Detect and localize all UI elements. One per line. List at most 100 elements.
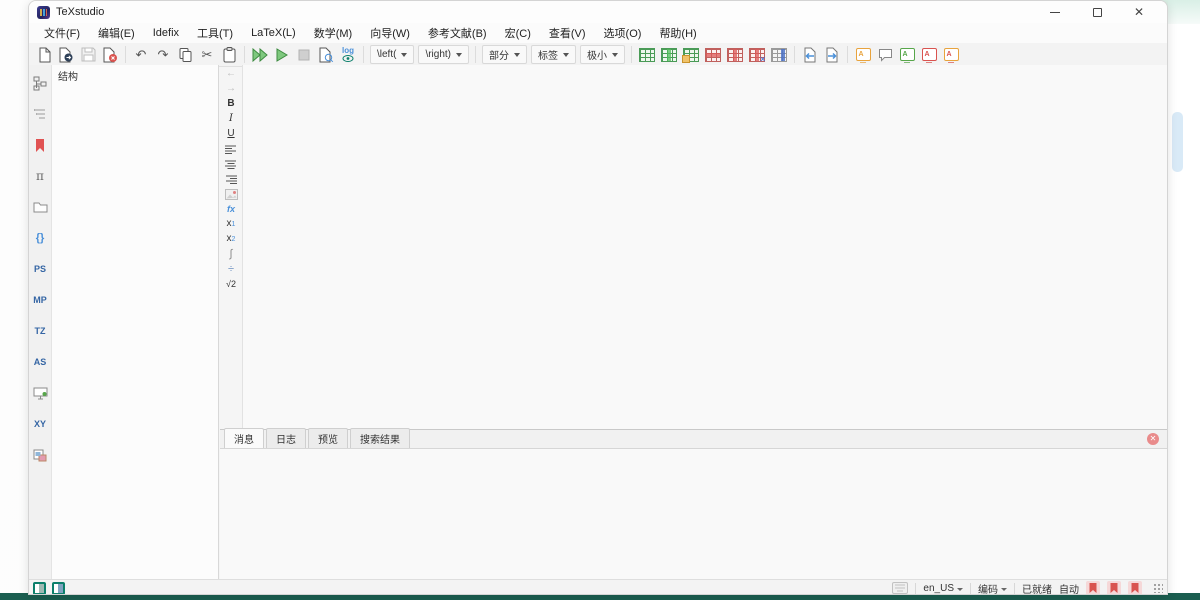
insert-table-button[interactable] (636, 44, 658, 65)
align-center-icon (225, 160, 237, 169)
subscript-button[interactable]: x1 (222, 217, 240, 231)
background-window (1168, 0, 1200, 600)
align-right-button[interactable] (222, 172, 240, 186)
close-panel-button[interactable]: ✕ (1147, 433, 1159, 445)
asymptote-panel-button[interactable]: AS (30, 352, 50, 372)
menu-latex[interactable]: LaTeX(L) (242, 24, 305, 42)
window-title: TeXstudio (56, 6, 104, 18)
superscript-button[interactable]: x2 (222, 232, 240, 246)
new-document-button[interactable] (33, 44, 55, 65)
menu-bibliography[interactable]: 参考文献(B) (419, 22, 496, 44)
menu-wizard[interactable]: 向导(W) (361, 22, 419, 44)
copy-button[interactable] (174, 44, 196, 65)
indent-left-button[interactable]: ← (222, 67, 240, 81)
inline-math-button[interactable]: fx (222, 202, 240, 216)
fraction-button[interactable]: ÷ (222, 262, 240, 276)
format-toolbar: ← → B I U fx x1 x2 ∫ (220, 67, 242, 291)
left-delimiter-combo[interactable]: \left( (370, 45, 414, 64)
menu-math[interactable]: 数学(M) (305, 22, 362, 44)
view-pdf-button[interactable] (315, 44, 337, 65)
sectioning-combo[interactable]: 部分 (482, 45, 527, 64)
integral-button[interactable]: ∫ (222, 247, 240, 261)
insert-image-button[interactable] (222, 187, 240, 201)
paste-button[interactable] (218, 44, 240, 65)
encoding-selector[interactable]: 编码 (978, 581, 1007, 596)
tab-search-results[interactable]: 搜索结果 (350, 428, 410, 448)
tab-preview[interactable]: 预览 (308, 428, 348, 448)
toggle-structure-panel-button[interactable] (33, 582, 46, 595)
menu-macros[interactable]: 宏(C) (496, 22, 540, 44)
auto-status[interactable]: 自动 (1059, 581, 1079, 596)
arrow-right-icon: → (226, 84, 236, 94)
bookmark-1-button[interactable] (1086, 581, 1100, 595)
stop-button[interactable] (293, 44, 315, 65)
align-center-button[interactable] (222, 157, 240, 171)
pstricks-panel-button[interactable]: PS (30, 259, 50, 279)
resize-grip[interactable] (1153, 583, 1163, 593)
close-button[interactable]: ✕ (1125, 4, 1153, 20)
label-combo[interactable]: 标签 (531, 45, 576, 64)
menu-tools[interactable]: 工具(T) (188, 22, 242, 44)
document-tree-button[interactable] (30, 104, 50, 124)
remove-annotation-button[interactable]: A (918, 44, 940, 65)
redo-button[interactable]: ↷ (152, 44, 174, 65)
beamer-panel-button[interactable] (30, 383, 50, 403)
align-columns-button[interactable] (768, 44, 790, 65)
cut-button[interactable]: ✂ (196, 44, 218, 65)
menu-view[interactable]: 查看(V) (540, 22, 595, 44)
tikz-panel-button[interactable]: TZ (30, 321, 50, 341)
build-and-view-button[interactable] (249, 44, 271, 65)
indent-right-button[interactable]: → (222, 82, 240, 96)
remove-column-button[interactable] (724, 44, 746, 65)
tab-log[interactable]: 日志 (266, 428, 306, 448)
menu-file[interactable]: 文件(F) (35, 22, 89, 44)
toggle-messages-panel-button[interactable] (52, 582, 65, 595)
metapost-panel-button[interactable]: MP (30, 290, 50, 310)
add-column-button[interactable] (658, 44, 680, 65)
cut-column-button[interactable]: ✕ (746, 44, 768, 65)
tab-messages[interactable]: 消息 (224, 428, 264, 448)
paste-into-table-button[interactable] (680, 44, 702, 65)
bookmarks-panel-button[interactable] (30, 135, 50, 155)
preview-panel-button[interactable] (30, 445, 50, 465)
next-document-button[interactable] (821, 44, 843, 65)
spell-language-selector[interactable]: en_US (923, 583, 963, 594)
view-log-button[interactable]: log (337, 44, 359, 65)
menu-idefix[interactable]: Idefix (144, 24, 188, 42)
structure-view-button[interactable] (30, 73, 50, 93)
comment-button[interactable] (874, 44, 896, 65)
bookmark-3-button[interactable] (1128, 581, 1142, 595)
preview-box-icon (33, 449, 47, 462)
save-button[interactable] (77, 44, 99, 65)
structure-panel[interactable]: 结构 (51, 65, 219, 579)
open-document-button[interactable] (55, 44, 77, 65)
bookmark-icon (1131, 583, 1139, 593)
menu-help[interactable]: 帮助(H) (650, 22, 705, 44)
todo-note-button[interactable]: A (852, 44, 874, 65)
next-annotation-button[interactable]: A (940, 44, 962, 65)
compile-button[interactable] (271, 44, 293, 65)
previous-document-button[interactable] (799, 44, 821, 65)
align-left-button[interactable] (222, 142, 240, 156)
maximize-button[interactable] (1083, 4, 1111, 20)
undo-button[interactable]: ↶ (130, 44, 152, 65)
remove-row-button[interactable] (702, 44, 724, 65)
font-size-combo[interactable]: 极小 (580, 45, 625, 64)
brackets-panel-button[interactable]: {} (30, 228, 50, 248)
status-right: en_US 编码 已就绪 自动 (892, 581, 1163, 596)
menu-options[interactable]: 选项(O) (595, 22, 651, 44)
underline-button[interactable]: U (222, 127, 240, 141)
right-delimiter-combo[interactable]: \right) (418, 45, 469, 64)
xypic-panel-button[interactable]: XY (30, 414, 50, 434)
symbols-panel-button[interactable]: π (30, 166, 50, 186)
minimize-button[interactable] (1041, 4, 1069, 20)
menu-edit[interactable]: 编辑(E) (89, 22, 144, 44)
square-root-button[interactable]: √2 (222, 277, 240, 291)
italic-button[interactable]: I (222, 112, 240, 126)
bold-button[interactable]: B (222, 97, 240, 111)
bookmark-2-button[interactable] (1107, 581, 1121, 595)
add-annotation-button[interactable]: A (896, 44, 918, 65)
close-document-button[interactable] (99, 44, 121, 65)
files-panel-button[interactable] (30, 197, 50, 217)
editor-area[interactable] (242, 65, 1167, 429)
